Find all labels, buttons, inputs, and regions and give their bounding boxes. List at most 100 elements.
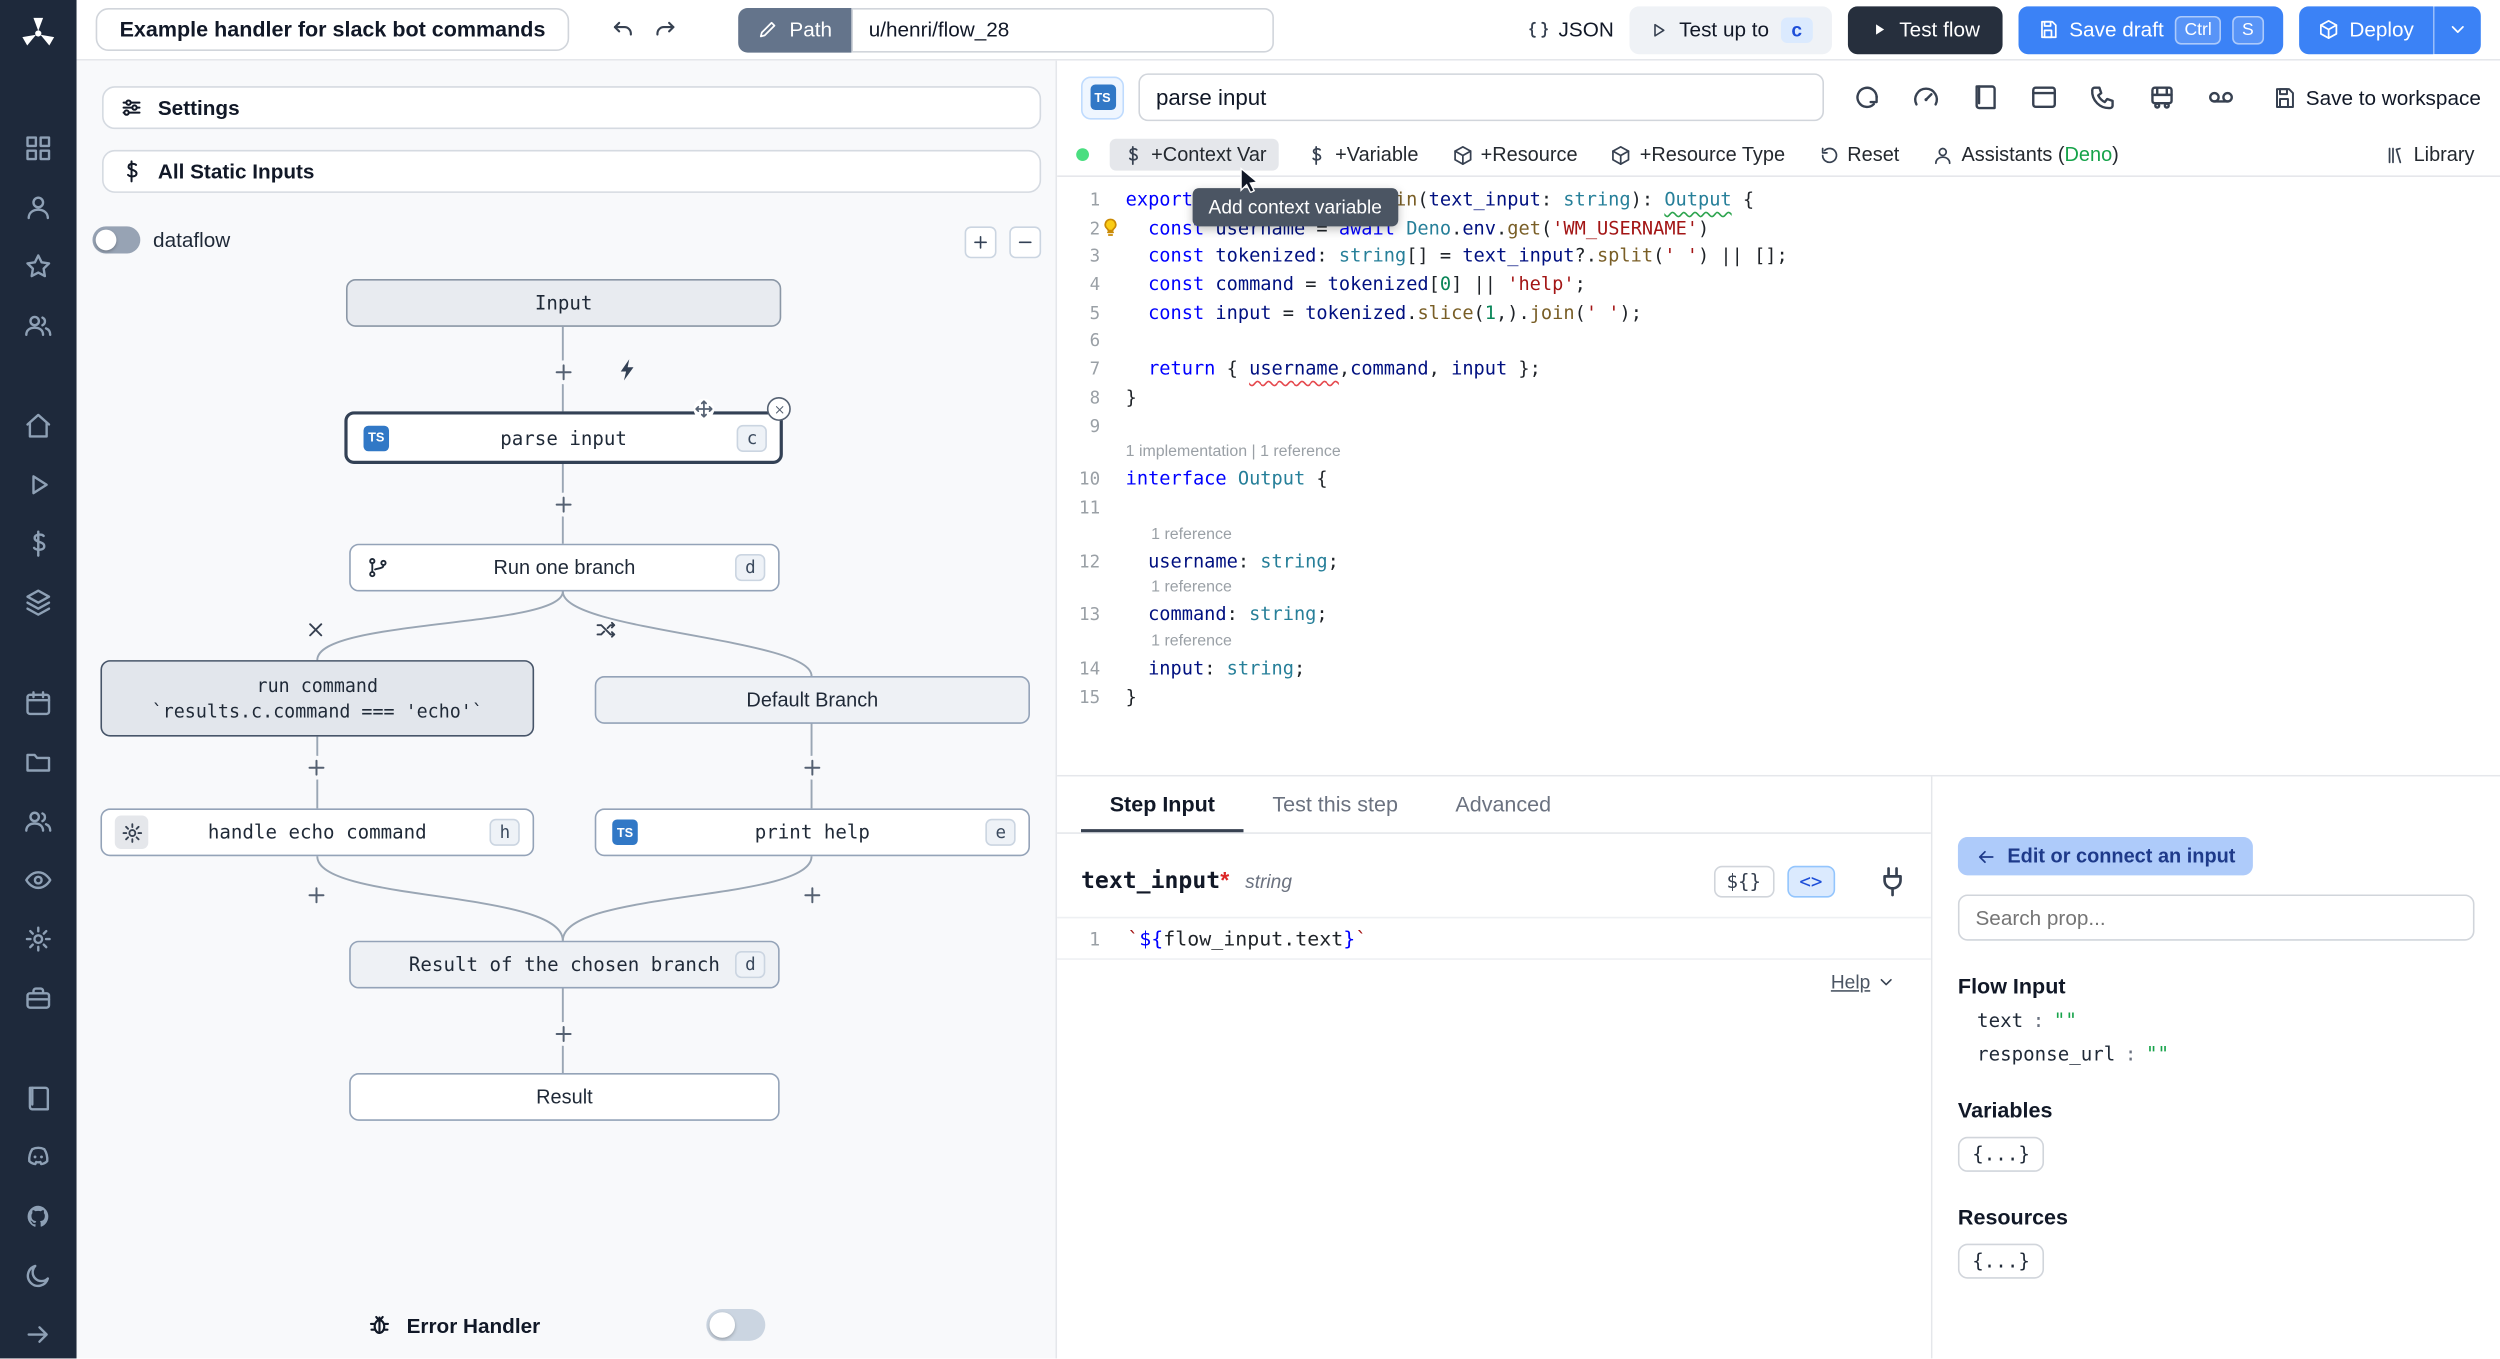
node-result[interactable]: Result (349, 1073, 780, 1121)
kbd-s: S (2232, 15, 2264, 44)
apps-icon[interactable] (24, 134, 53, 163)
node-branch-result[interactable]: Result of the chosen branch d (349, 940, 780, 989)
node-run-command-branch[interactable]: run command `results.c.command === 'echo… (100, 660, 535, 737)
test-flow-button[interactable]: Test flow (1848, 5, 2003, 54)
add-step-icon[interactable] (551, 1022, 576, 1046)
reset-button[interactable]: Reset (1812, 139, 1906, 171)
node-handle-echo-command[interactable]: handle echo command h (100, 808, 535, 857)
library-icon (2385, 144, 2406, 165)
windmill-logo-icon (18, 13, 59, 54)
workspace-icon[interactable] (24, 984, 53, 1013)
expand-sidebar-icon[interactable] (24, 1320, 53, 1349)
deploy-button[interactable]: Deploy (2298, 5, 2434, 54)
voicemail-icon[interactable] (2207, 83, 2236, 112)
trigger-icon[interactable] (615, 357, 641, 383)
deploy-dropdown-button[interactable] (2433, 5, 2481, 54)
tab-advanced[interactable]: Advanced (1427, 776, 1580, 832)
variables-object-chip[interactable]: {...} (1957, 1136, 2045, 1172)
required-asterisk: * (1220, 868, 1230, 895)
expression-editor[interactable]: 1 `${flow_input.text}` (1057, 916, 1931, 960)
field-row: text_input * string ${} <> (1057, 834, 1931, 901)
assistants-button[interactable]: Assistants (Deno) (1926, 139, 2125, 171)
resources-object-chip[interactable]: {...} (1957, 1243, 2045, 1279)
add-variable-button[interactable]: +Variable (1300, 139, 1425, 171)
mouse-cursor (1236, 166, 1263, 194)
prop-response-url[interactable]: response_url: "" (1958, 1043, 2475, 1065)
branch-icon (367, 556, 389, 578)
code-mode-chip[interactable]: <> (1786, 865, 1836, 898)
variables-title: Variables (1957, 1098, 2053, 1123)
node-run-one-branch[interactable]: Run one branch d (349, 543, 780, 592)
save-draft-button[interactable]: Save draft Ctrl S (2018, 5, 2283, 54)
path-button[interactable]: Path (738, 7, 852, 52)
remove-step-icon[interactable] (766, 397, 791, 421)
undo-icon[interactable] (611, 17, 637, 43)
add-step-icon[interactable] (800, 883, 825, 908)
variables-icon[interactable] (24, 529, 53, 558)
play-outline-icon (1649, 20, 1668, 39)
schedules-icon[interactable] (24, 689, 53, 718)
add-step-icon[interactable] (551, 492, 576, 517)
discord-icon[interactable] (24, 1143, 53, 1172)
path-input[interactable] (851, 7, 1274, 52)
step-name-input[interactable] (1138, 73, 1824, 122)
prop-text[interactable]: text: "" (1958, 1009, 2475, 1031)
docs-icon[interactable] (24, 1084, 53, 1113)
folders-icon[interactable] (24, 748, 53, 777)
move-step-icon[interactable] (693, 398, 715, 420)
field-name: text_input (1081, 868, 1221, 895)
template-expr-chip[interactable]: ${} (1713, 865, 1774, 898)
resources-icon[interactable] (24, 588, 53, 617)
error-handler-toggle[interactable] (706, 1309, 766, 1341)
redo-icon[interactable] (652, 17, 678, 43)
chevron-down-icon (2447, 19, 2468, 40)
add-step-icon[interactable] (800, 755, 825, 780)
dollar-icon (1306, 144, 1327, 165)
tab-test-this-step[interactable]: Test this step (1244, 776, 1427, 832)
groups-icon[interactable] (24, 311, 53, 340)
favorites-icon[interactable] (24, 252, 53, 281)
runs-icon[interactable] (24, 470, 53, 499)
step-id-badge: e (985, 818, 1016, 846)
add-step-icon[interactable] (304, 883, 329, 908)
workers-icon[interactable] (24, 807, 53, 836)
search-prop-input[interactable] (1957, 894, 2475, 941)
sync-icon[interactable] (1853, 83, 1882, 112)
add-step-icon[interactable] (304, 755, 329, 780)
node-parse-input[interactable]: TS parse input c (344, 411, 783, 464)
code-lines: 1export async function main(text_input: … (1079, 188, 1788, 708)
node-default-branch[interactable]: Default Branch (594, 676, 1030, 724)
add-resource-type-button[interactable]: +Resource Type (1605, 139, 1792, 171)
lightbulb-icon[interactable] (1100, 217, 1121, 238)
settings-icon[interactable] (24, 925, 53, 954)
code-editor[interactable]: 1export async function main(text_input: … (1057, 177, 2500, 712)
node-input[interactable]: Input (345, 279, 782, 327)
audit-logs-icon[interactable] (24, 866, 53, 895)
book-icon[interactable] (1971, 83, 2000, 112)
test-up-to-button[interactable]: Test up to c (1629, 5, 1833, 54)
bug-icon (367, 1312, 393, 1338)
gauge-icon[interactable] (1912, 83, 1941, 112)
dark-mode-icon[interactable] (24, 1261, 53, 1290)
swap-branch-icon[interactable] (594, 618, 618, 641)
help-link[interactable]: Help (1831, 971, 1896, 993)
rotate-ccw-icon (1819, 144, 1840, 165)
save-to-workspace-button[interactable]: Save to workspace (2272, 85, 2481, 109)
delete-branch-icon[interactable] (304, 618, 327, 641)
tab-step-input[interactable]: Step Input (1081, 776, 1244, 832)
vehicle-icon[interactable] (2148, 83, 2177, 112)
library-button[interactable]: Library (2378, 139, 2480, 171)
phone-icon[interactable] (2089, 83, 2118, 112)
json-button[interactable]: JSON (1527, 18, 1614, 41)
edit-or-connect-button[interactable]: Edit or connect an input (1957, 837, 2253, 876)
connect-input-icon[interactable] (1877, 866, 1909, 898)
add-step-icon[interactable] (551, 360, 576, 385)
resources-title: Resources (1957, 1205, 2069, 1230)
window-icon[interactable] (2030, 83, 2059, 112)
node-print-help[interactable]: TS print help e (594, 808, 1030, 857)
github-icon[interactable] (24, 1202, 53, 1231)
add-resource-button[interactable]: +Resource (1446, 139, 1584, 171)
home-icon[interactable] (24, 411, 53, 440)
connect-input-panel: Edit or connect an input Flow Input text… (1930, 776, 2500, 1359)
user-icon[interactable] (24, 193, 53, 222)
